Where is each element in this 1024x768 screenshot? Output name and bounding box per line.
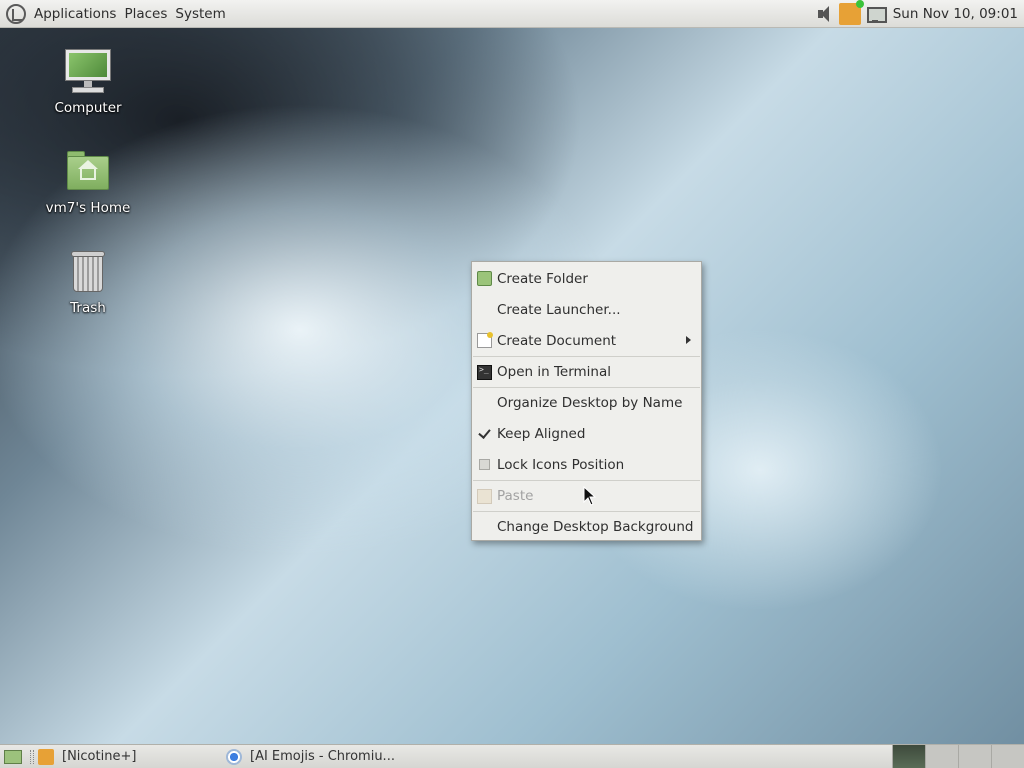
menu-item-label: Create Launcher... [497, 301, 621, 318]
menu-item-label: Paste [497, 488, 534, 504]
workspace-2[interactable] [925, 745, 958, 768]
menu-item-create-launcher[interactable]: Create Launcher... [472, 294, 701, 325]
system-tray: Sun Nov 10, 09:01 [811, 0, 1024, 27]
check-icon [477, 426, 492, 441]
workspace-1[interactable] [892, 745, 925, 768]
panel-menus: Applications Places System [0, 0, 230, 27]
menu-item-label: Lock Icons Position [497, 456, 625, 473]
menu-places[interactable]: Places [120, 6, 171, 22]
desktop-icon-label: vm7's Home [45, 200, 131, 216]
submenu-arrow-icon [686, 336, 691, 344]
menu-item-label: Create Document [497, 332, 617, 349]
desktop-icon-computer[interactable]: Computer [38, 48, 138, 116]
workspace-4[interactable] [991, 745, 1024, 768]
menu-item-create-document[interactable]: Create Document [472, 325, 701, 356]
menu-item-label: Create Folder [497, 270, 588, 287]
menu-item-keep-aligned[interactable]: Keep Aligned [472, 418, 701, 449]
taskbar-item-chromium[interactable]: [AI Emojis - Chromiu... [226, 746, 405, 768]
menu-item-open-terminal[interactable]: Open in Terminal [472, 357, 701, 387]
folder-icon [477, 271, 492, 286]
home-folder-icon [64, 148, 112, 196]
task-label: [Nicotine+] [62, 749, 137, 764]
nicotine-icon [38, 748, 54, 765]
network-icon[interactable] [865, 4, 887, 24]
chromium-icon [226, 748, 242, 765]
menu-item-change-background[interactable]: Change Desktop Background [472, 512, 701, 542]
mint-logo-icon[interactable] [6, 3, 26, 24]
checkbox-icon [479, 459, 490, 470]
trash-icon [64, 248, 112, 296]
menu-item-label: Keep Aligned [497, 425, 586, 442]
panel-handle[interactable] [30, 749, 34, 764]
desktop-icon-label: Trash [70, 300, 106, 316]
volume-icon[interactable] [815, 4, 835, 24]
paste-icon [477, 489, 492, 504]
workspace-3[interactable] [958, 745, 991, 768]
task-label: [AI Emojis - Chromiu... [250, 749, 395, 764]
terminal-icon [477, 365, 492, 380]
taskbar-item-nicotine[interactable]: [Nicotine+] [38, 746, 218, 768]
top-panel: Applications Places System Sun Nov 10, 0… [0, 0, 1024, 28]
document-icon [477, 332, 493, 348]
workspace-switcher [892, 745, 1024, 768]
desktop-icon-home[interactable]: vm7's Home [38, 148, 138, 216]
bottom-panel: [Nicotine+] [AI Emojis - Chromiu... [0, 744, 1024, 768]
menu-item-lock-icons[interactable]: Lock Icons Position [472, 449, 701, 480]
desktop-icon-trash[interactable]: Trash [38, 248, 138, 316]
desktop-icon-label: Computer [54, 100, 122, 116]
menu-item-create-folder[interactable]: Create Folder [472, 263, 701, 294]
menu-item-organize-desktop[interactable]: Organize Desktop by Name [472, 388, 701, 418]
show-desktop-icon[interactable] [4, 749, 22, 764]
computer-icon [64, 48, 112, 96]
menu-applications[interactable]: Applications [30, 6, 120, 22]
menu-item-label: Organize Desktop by Name [497, 395, 683, 411]
menu-system[interactable]: System [171, 6, 229, 22]
update-manager-icon[interactable] [838, 0, 864, 25]
clock[interactable]: Sun Nov 10, 09:01 [893, 6, 1018, 22]
menu-item-label: Open in Terminal [497, 364, 611, 380]
menu-item-label: Change Desktop Background [497, 519, 694, 535]
